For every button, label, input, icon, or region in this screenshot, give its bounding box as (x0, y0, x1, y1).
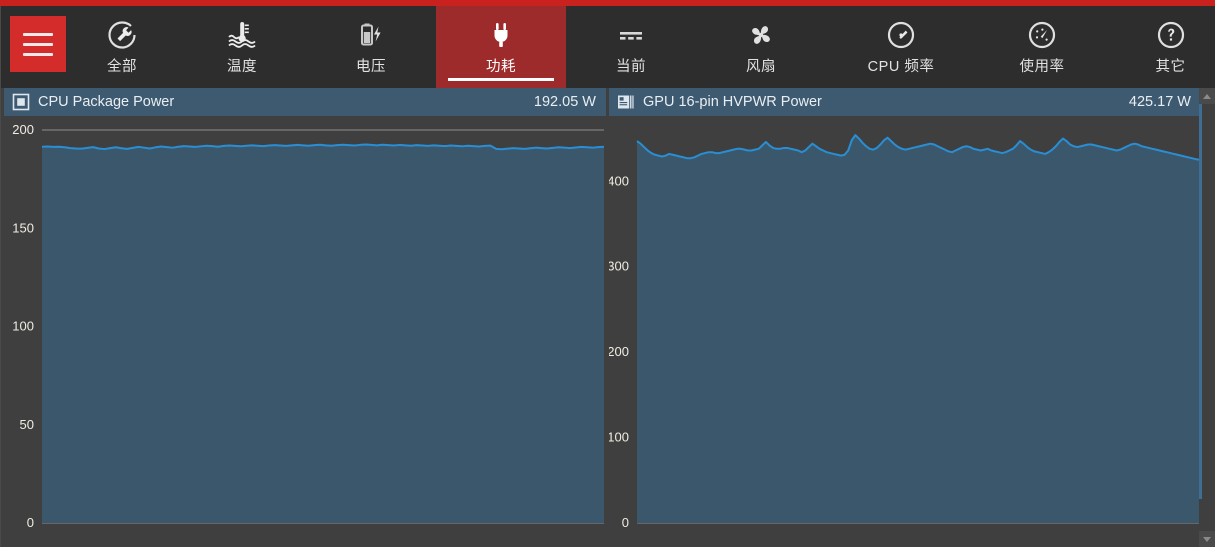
panel-gpu-16pin-hvpwr-power: GPU 16-pin HVPWR Power 425.17 W 0 100 200 3… (609, 88, 1201, 547)
power-plug-icon (486, 19, 516, 51)
tab-fan[interactable]: 风扇 (696, 6, 826, 88)
thermometer-icon (226, 19, 258, 51)
y-axis-tick-label: 200 (12, 122, 34, 137)
cpu-chip-icon (12, 93, 30, 111)
tab-cpu-clock[interactable]: CPU 频率 (826, 6, 976, 88)
tab-usage[interactable]: 使用率 (976, 6, 1108, 88)
y-axis-tick-label: 300 (609, 259, 629, 274)
y-axis-tick-label: 100 (12, 319, 34, 334)
usage-meter-icon (1027, 19, 1057, 51)
tab-label: 风扇 (746, 58, 776, 75)
y-axis-tick-label: 0 (622, 515, 629, 530)
panel-value: 425.17 W (1128, 94, 1191, 110)
panel-value: 192.05 W (533, 94, 596, 110)
y-axis-tick-label: 200 (609, 344, 629, 359)
main-toolbar: 全部 温度 电压 功耗 当前 风扇 CPU 频率 使用率 其它 (0, 6, 1215, 88)
tab-label: 全部 (107, 58, 137, 75)
hamburger-icon-line (23, 52, 53, 56)
tab-all[interactable]: 全部 (66, 6, 178, 88)
tab-label: 使用率 (1019, 58, 1065, 75)
panel-header[interactable]: GPU 16-pin HVPWR Power 425.17 W (609, 88, 1201, 116)
scrollbar-thumb[interactable] (1199, 104, 1202, 499)
tab-label: 电压 (356, 58, 386, 75)
vertical-scrollbar[interactable] (1199, 88, 1215, 547)
tab-label: 当前 (616, 58, 646, 75)
y-axis-tick-label: 0 (27, 515, 34, 530)
gpu-card-icon (617, 93, 635, 111)
menu-button[interactable] (10, 16, 66, 72)
tab-other[interactable]: 其它 (1108, 6, 1215, 88)
chart-gpu-16pin-hvpwr-power: 0 100 200 300 400 (609, 134, 1200, 530)
fan-icon (746, 19, 776, 51)
y-axis-tick-label: 400 (609, 173, 629, 188)
dashes-icon (616, 19, 646, 51)
chart-area-cpu-package-power[interactable]: 0 50 100 150 200 (4, 116, 606, 547)
y-axis-tick-label: 150 (12, 220, 34, 235)
tab-current[interactable]: 当前 (566, 6, 696, 88)
scroll-down-button[interactable] (1199, 531, 1215, 547)
speedometer-icon (886, 19, 916, 51)
tab-bar: 全部 温度 电压 功耗 当前 风扇 CPU 频率 使用率 其它 (66, 6, 1215, 88)
hamburger-icon-line (23, 32, 53, 36)
charts-container: CPU Package Power 192.05 W 0 50 100 150 200 … (0, 88, 1215, 547)
chart-cpu-package-power: 0 50 100 150 200 (12, 122, 605, 530)
tab-voltage[interactable]: 电压 (306, 6, 436, 88)
tab-label: CPU 频率 (867, 58, 935, 75)
tab-label: 其它 (1155, 58, 1186, 75)
gauge-wrench-icon (107, 19, 137, 51)
chart-area-fill (637, 135, 1199, 523)
chart-area-gpu-16pin-hvpwr-power[interactable]: 0 100 200 300 400 (609, 116, 1201, 547)
panel-cpu-package-power: CPU Package Power 192.05 W 0 50 100 150 200 (4, 88, 606, 547)
tab-power[interactable]: 功耗 (436, 6, 566, 88)
battery-bolt-icon (356, 19, 386, 51)
question-circle-icon (1156, 19, 1186, 51)
scroll-up-button[interactable] (1199, 88, 1215, 104)
chart-area-fill (42, 144, 604, 523)
hamburger-icon-line (23, 42, 53, 46)
panel-title: GPU 16-pin HVPWR Power (643, 94, 822, 110)
y-axis-tick-label: 100 (609, 430, 629, 445)
y-axis-tick-label: 50 (20, 417, 34, 432)
chevron-up-icon (1203, 93, 1211, 99)
chevron-down-icon (1203, 536, 1211, 542)
tab-label: 功耗 (486, 58, 516, 75)
panel-title: CPU Package Power (38, 94, 175, 110)
tab-label: 温度 (227, 58, 257, 75)
tab-temperature[interactable]: 温度 (178, 6, 306, 88)
panel-header[interactable]: CPU Package Power 192.05 W (4, 88, 606, 116)
